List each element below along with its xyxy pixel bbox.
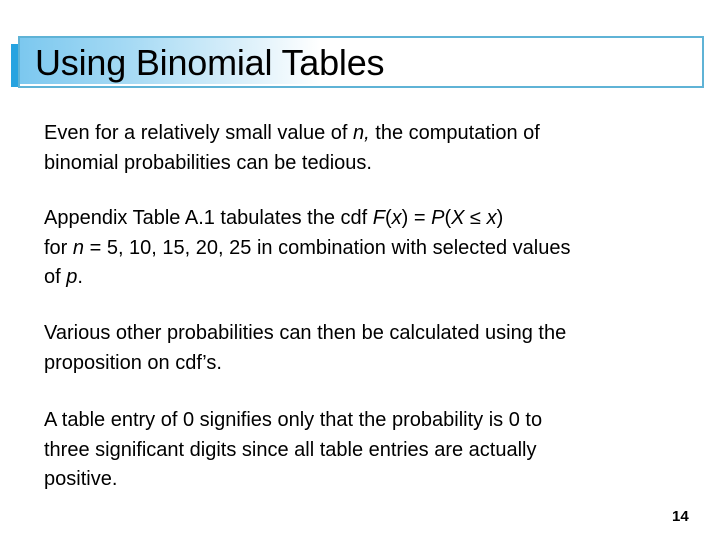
text-run: of [44,266,67,288]
text-line: A table entry of 0 signifies only that t… [44,409,543,431]
math-function-P: P [431,207,445,229]
paragraph-appendix-table: Appendix Table A.1 tabulates the cdf F(x… [44,204,694,293]
math-operator: ) = [401,207,432,229]
page-number: 14 [672,508,689,525]
math-variable-p: p [66,266,78,288]
text-run: . [77,266,83,288]
math-paren: ) [496,207,504,229]
paragraph-computation-tedious: Even for a relatively small value of n, … [44,119,694,178]
text-line: Even for a relatively small value of n, … [44,119,694,149]
text-line: Appendix Table A.1 tabulates the cdf F(x… [44,204,694,234]
paragraph-other-probabilities: Various other probabilities can then be … [44,319,694,378]
text-line: positive. [44,468,118,490]
text-line: for n = 5, 10, 15, 20, 25 in combination… [44,234,694,264]
text-line: of p. [44,263,694,293]
slide-title: Using Binomial Tables [35,42,385,83]
math-function-F: F [372,207,385,229]
math-variable-n: n [72,236,85,259]
math-paren: ( [384,207,392,229]
text-run: = 5, 10, 15, 20, 25 in combination with … [84,236,571,259]
text-line: proposition on cdf’s. [44,351,222,374]
less-equal-symbol: ≤ [464,207,487,229]
text-line: binomial probabilities can be tedious. [44,151,372,174]
math-variable-n: n, [353,122,370,144]
text-run: the computation of [369,122,540,144]
text-run: Appendix Table A.1 tabulates the cdf [44,207,373,229]
text-run: for [44,236,73,259]
math-variable-X: X [451,207,465,229]
paragraph-zero-entries: A table entry of 0 signifies only that t… [44,406,694,495]
math-variable-x: x [486,207,497,229]
text-line: three significant digits since all table… [44,438,537,461]
text-line: Various other probabilities can then be … [44,322,567,344]
math-variable-x: x [391,207,402,229]
text-run: Even for a relatively small value of [44,122,354,144]
